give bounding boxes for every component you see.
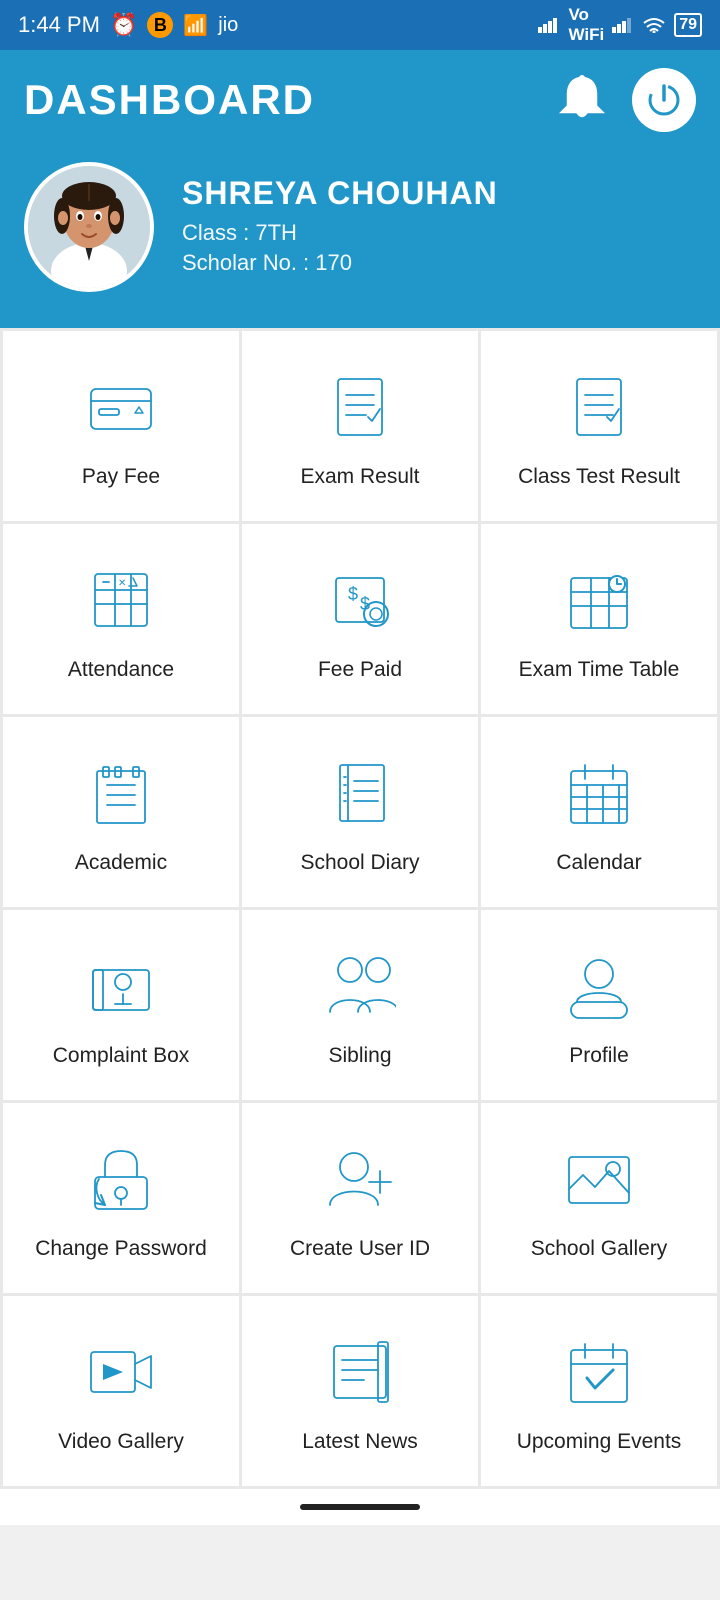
grid-item-sibling[interactable]: Sibling [242,910,478,1100]
student-class: Class : 7TH [182,220,498,246]
calendar-icon [559,753,639,833]
status-left: 1:44 PM ⏰ B 📶 jio [18,12,238,38]
grid-label-school-gallery: School Gallery [531,1235,668,1262]
battery-icon: 79 [674,13,702,37]
profile-icon [559,946,639,1026]
grid-label-change-password: Change Password [35,1235,207,1262]
grid-label-exam-time-table: Exam Time Table [519,656,680,683]
alarm-icon: ⏰ [110,12,137,38]
power-icon [642,78,686,122]
time: 1:44 PM [18,12,100,38]
grid-item-change-password[interactable]: Change Password [3,1103,239,1293]
academic-icon [81,753,161,833]
grid-label-exam-result: Exam Result [300,463,419,490]
avatar [24,162,154,292]
grid-label-pay-fee: Pay Fee [82,463,160,490]
grid-label-school-diary: School Diary [300,849,419,876]
profile-section: SHREYA CHOUHAN Class : 7TH Scholar No. :… [0,152,720,328]
status-right: VoWiFi 79 [538,5,702,45]
svg-text:✕: ✕ [118,578,126,589]
grid-item-school-diary[interactable]: School Diary [242,717,478,907]
svg-text:$: $ [348,584,358,604]
notification-button[interactable] [550,68,614,132]
grid-label-create-user-id: Create User ID [290,1235,430,1262]
vo-wifi-label: VoWiFi [568,5,604,45]
grid-item-profile[interactable]: Profile [481,910,717,1100]
video-gallery-icon [81,1332,161,1412]
attendance-icon: ✕ [81,560,161,640]
sibling-icon [320,946,400,1026]
grid-label-attendance: Attendance [68,656,174,683]
home-indicator [300,1504,420,1510]
avatar-image [28,166,150,288]
signal-bars2-icon [612,17,634,33]
student-name: SHREYA CHOUHAN [182,175,498,212]
create-user-icon [320,1139,400,1219]
jio-label: jio [218,14,238,37]
grid-item-academic[interactable]: Academic [3,717,239,907]
grid-item-create-user-id[interactable]: Create User ID [242,1103,478,1293]
power-button[interactable] [632,68,696,132]
bottom-bar [0,1489,720,1525]
grid-item-video-gallery[interactable]: Video Gallery [3,1296,239,1486]
b-icon: B [147,12,173,38]
change-password-icon [81,1139,161,1219]
grid-item-exam-time-table[interactable]: Exam Time Table [481,524,717,714]
dashboard-title: DASHBOARD [24,76,315,124]
grid-label-complaint-box: Complaint Box [53,1042,190,1069]
grid-item-exam-result[interactable]: Exam Result [242,331,478,521]
scholar-number: Scholar No. : 170 [182,250,498,276]
grid-item-pay-fee[interactable]: Pay Fee [3,331,239,521]
grid-label-fee-paid: Fee Paid [318,656,402,683]
grid-item-school-gallery[interactable]: School Gallery [481,1103,717,1293]
grid-item-class-test-result[interactable]: Class Test Result [481,331,717,521]
result-icon [320,367,400,447]
grid-item-upcoming-events[interactable]: Upcoming Events [481,1296,717,1486]
signal-bars-icon [538,17,560,33]
battery-level: 79 [674,13,702,37]
header: DASHBOARD [0,50,720,152]
wifi-icon [642,17,666,33]
grid-label-academic: Academic [75,849,167,876]
signal-icon: 📶 [183,13,208,38]
fee-paid-icon: $$ [320,560,400,640]
bell-icon [554,72,610,128]
grid-label-video-gallery: Video Gallery [58,1428,184,1455]
complaint-icon [81,946,161,1026]
grid-item-complaint-box[interactable]: Complaint Box [3,910,239,1100]
grid-item-latest-news[interactable]: Latest News [242,1296,478,1486]
grid-label-upcoming-events: Upcoming Events [517,1428,682,1455]
header-icons [550,68,696,132]
class-test-icon [559,367,639,447]
grid-item-attendance[interactable]: ✕ Attendance [3,524,239,714]
grid-label-profile: Profile [569,1042,629,1069]
timetable-icon [559,560,639,640]
grid-label-latest-news: Latest News [302,1428,418,1455]
news-icon [320,1332,400,1412]
grid-label-class-test-result: Class Test Result [518,463,680,490]
gallery-icon [559,1139,639,1219]
grid-label-sibling: Sibling [328,1042,391,1069]
events-icon [559,1332,639,1412]
card-icon [81,367,161,447]
grid-item-calendar[interactable]: Calendar [481,717,717,907]
status-bar: 1:44 PM ⏰ B 📶 jio VoWiFi 79 [0,0,720,50]
grid-label-calendar: Calendar [556,849,641,876]
diary-icon [320,753,400,833]
profile-info: SHREYA CHOUHAN Class : 7TH Scholar No. :… [182,175,498,280]
dashboard-grid: Pay Fee Exam Result Class Test Result ✕ Atte… [0,328,720,1489]
grid-item-fee-paid[interactable]: $$ Fee Paid [242,524,478,714]
